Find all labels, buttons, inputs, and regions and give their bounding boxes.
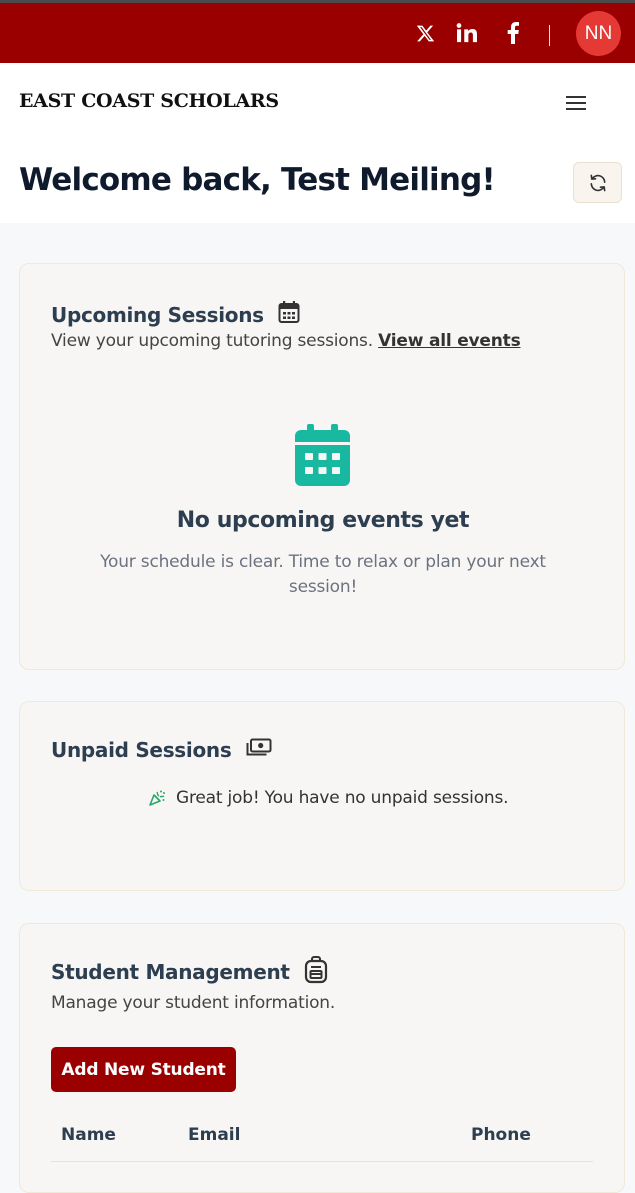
card-title: Student Management xyxy=(51,956,328,984)
refresh-button[interactable] xyxy=(573,162,622,203)
linkedin-icon[interactable] xyxy=(452,3,482,63)
column-header-phone[interactable]: Phone xyxy=(471,1125,531,1145)
column-header-email[interactable]: Email xyxy=(188,1125,240,1145)
brand-logo[interactable]: EAST COAST SCHOLARS xyxy=(19,90,279,112)
hamburger-menu-icon[interactable] xyxy=(566,96,586,110)
money-icon xyxy=(246,738,272,756)
column-header-name[interactable]: Name xyxy=(61,1125,116,1145)
navbar: EAST COAST SCHOLARS xyxy=(0,63,635,143)
card-title: Unpaid Sessions xyxy=(51,738,272,762)
party-popper-icon xyxy=(149,790,165,806)
top-bar: NN xyxy=(0,0,635,63)
welcome-header: Welcome back, Test Meiling! xyxy=(0,143,635,223)
card-subtitle: View your upcoming tutoring sessions. Vi… xyxy=(51,331,521,351)
empty-state-description: Your schedule is clear. Time to relax or… xyxy=(100,552,546,597)
avatar[interactable]: NN xyxy=(576,11,621,56)
table-header-divider xyxy=(51,1161,593,1162)
add-new-student-button[interactable]: Add New Student xyxy=(51,1047,236,1092)
empty-state-title: No upcoming events yet xyxy=(176,508,470,533)
student-management-card: Student Management Manage your student i… xyxy=(19,923,625,1193)
calendar-icon xyxy=(278,301,300,323)
card-subtitle: Manage your student information. xyxy=(51,993,336,1013)
view-all-events-link[interactable]: View all events xyxy=(378,331,521,351)
facebook-icon[interactable] xyxy=(498,3,528,63)
upcoming-sessions-card: Upcoming Sessions View your upcoming tut… xyxy=(19,263,625,670)
card-title: Upcoming Sessions xyxy=(51,300,300,327)
unpaid-status-message: Great job! You have no unpaid sessions. xyxy=(148,788,509,808)
backpack-icon xyxy=(305,956,328,984)
refresh-icon xyxy=(590,174,605,191)
page-title: Welcome back, Test Meiling! xyxy=(19,162,496,198)
calendar-empty-icon xyxy=(295,424,350,486)
x-icon[interactable] xyxy=(410,3,440,63)
unpaid-sessions-card: Unpaid Sessions Great job! You have no u… xyxy=(19,701,625,891)
divider xyxy=(549,25,550,46)
